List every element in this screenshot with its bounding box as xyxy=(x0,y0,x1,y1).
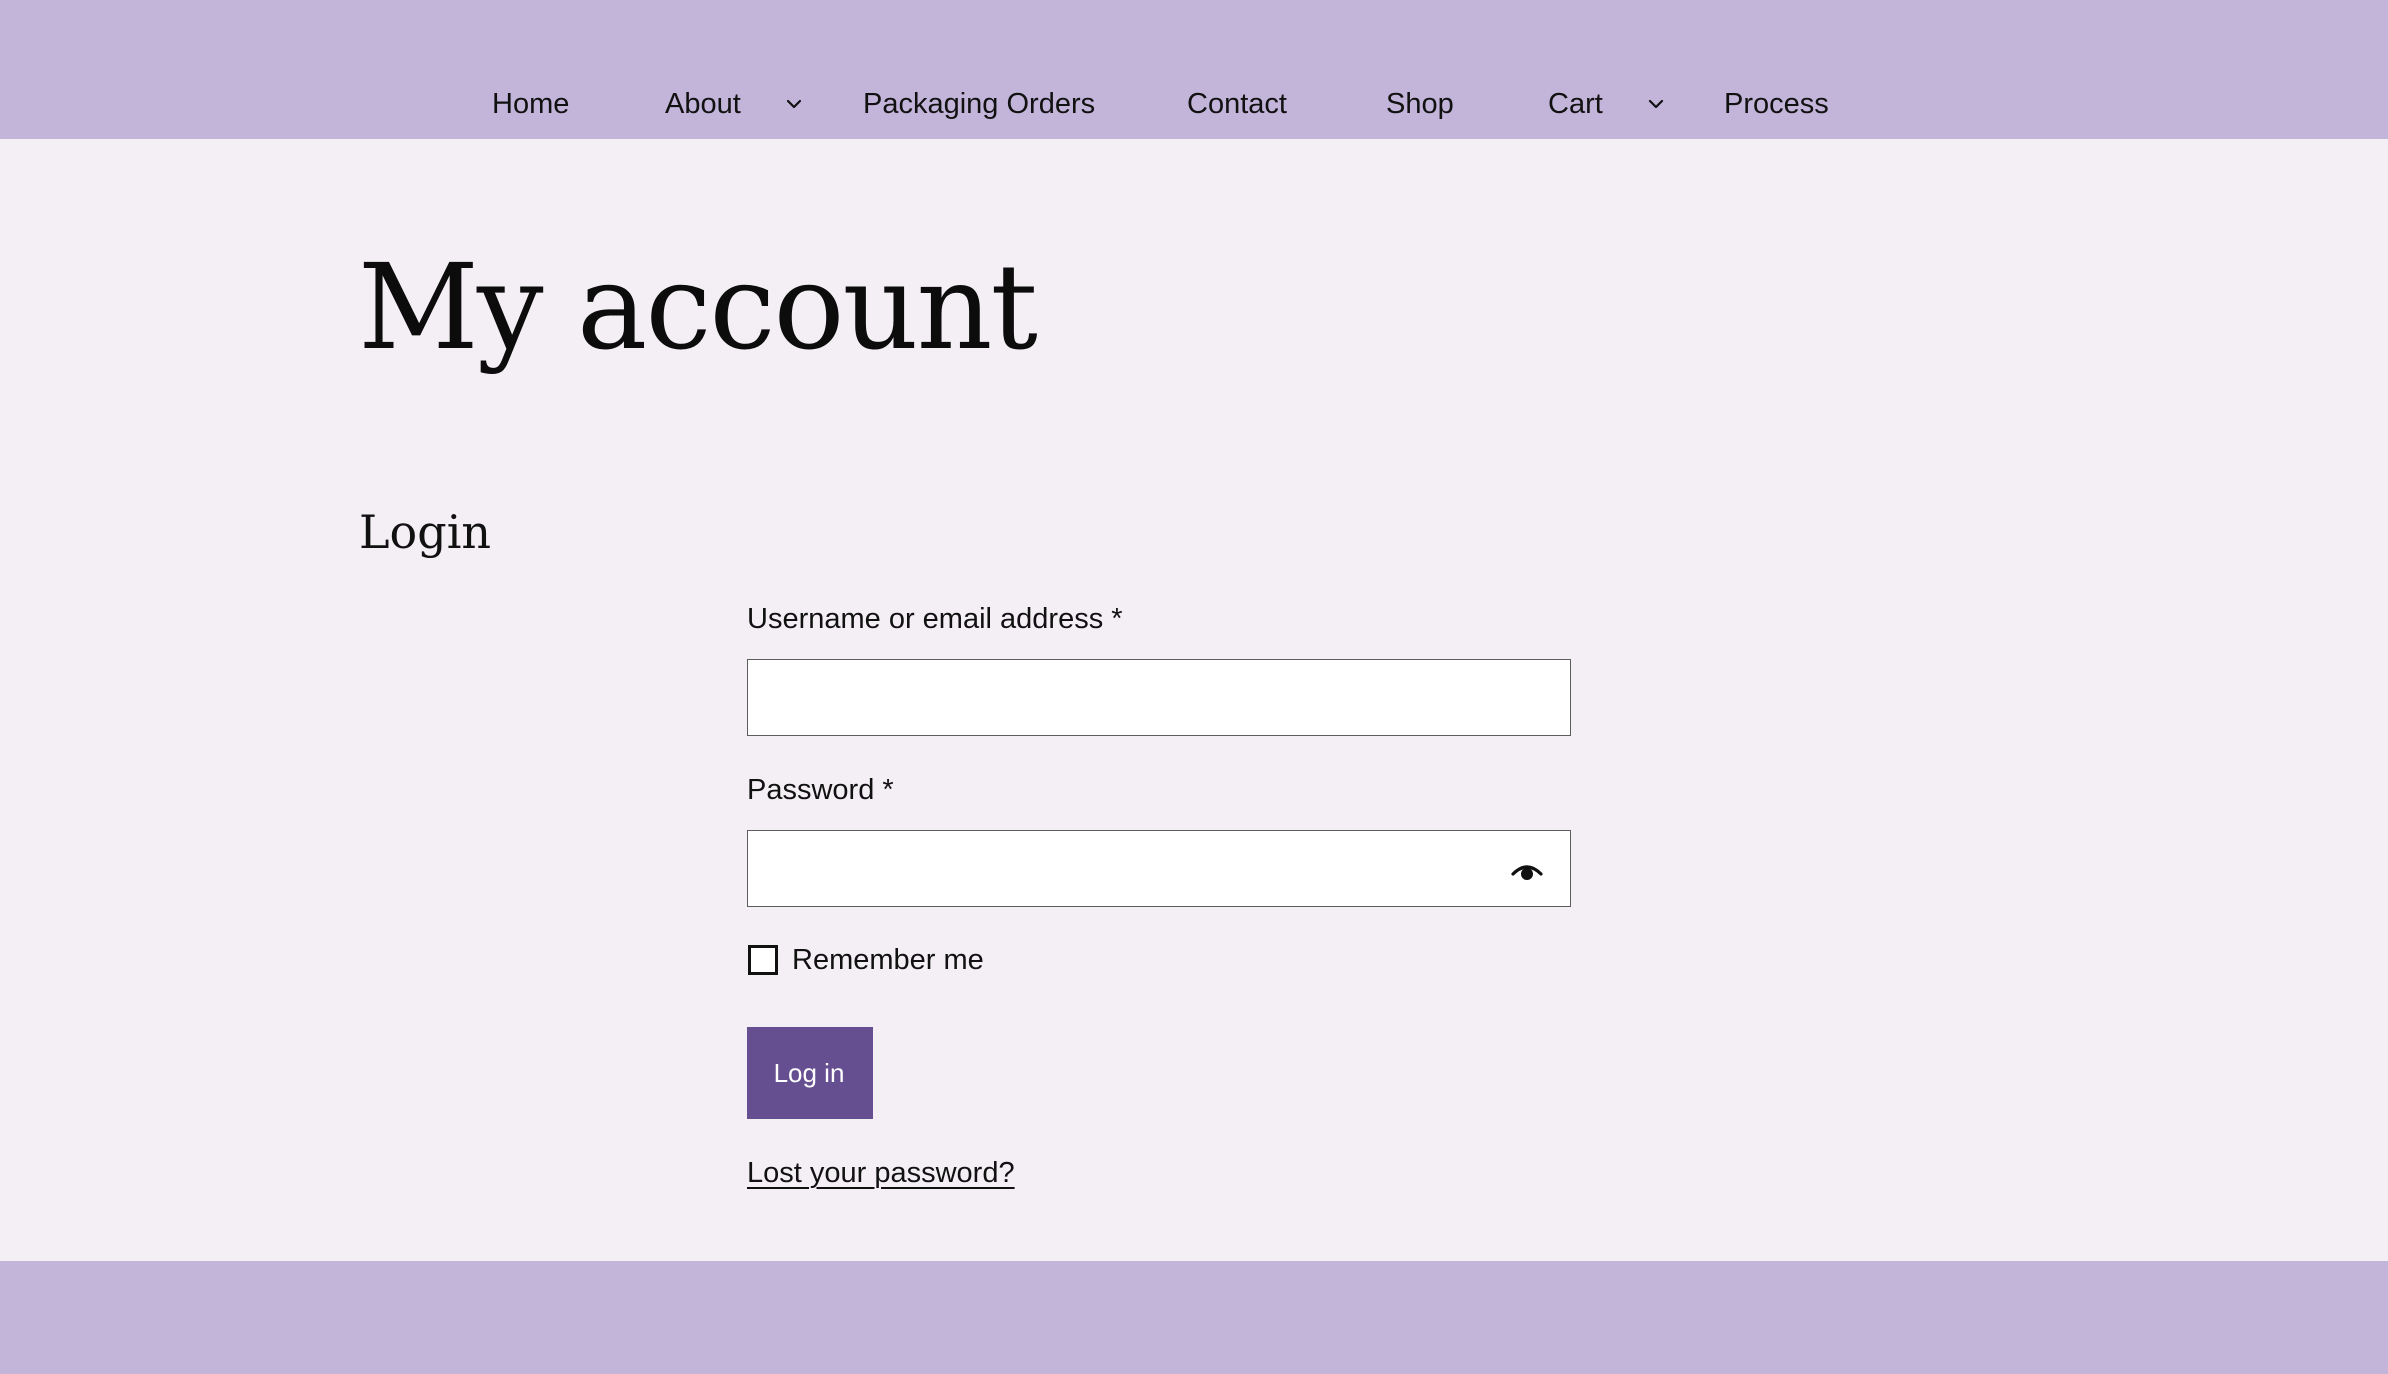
nav-item-packaging-orders[interactable]: Packaging Orders xyxy=(863,84,1095,124)
page-title: My account xyxy=(358,238,1038,376)
site-header: Home About Packaging Orders Contact Shop… xyxy=(0,0,2388,139)
remember-me-checkbox[interactable] xyxy=(748,945,778,975)
password-label: Password * xyxy=(747,774,894,806)
password-input[interactable] xyxy=(747,830,1571,907)
login-button[interactable]: Log in xyxy=(747,1027,873,1119)
login-heading: Login xyxy=(359,505,492,559)
username-input[interactable] xyxy=(747,659,1571,736)
nav-item-about[interactable]: About xyxy=(665,84,741,124)
nav-item-process[interactable]: Process xyxy=(1724,84,1829,124)
nav-item-shop[interactable]: Shop xyxy=(1386,84,1454,124)
nav-item-contact[interactable]: Contact xyxy=(1187,84,1287,124)
main-navigation: Home About Packaging Orders Contact Shop… xyxy=(0,84,2388,124)
remember-me-label[interactable]: Remember me xyxy=(792,940,984,980)
eye-icon[interactable] xyxy=(1505,855,1549,889)
nav-item-cart[interactable]: Cart xyxy=(1548,84,1603,124)
username-label: Username or email address * xyxy=(747,603,1123,635)
chevron-down-icon[interactable] xyxy=(1644,92,1668,116)
lost-password-link[interactable]: Lost your password? xyxy=(747,1153,1015,1193)
nav-item-home[interactable]: Home xyxy=(492,84,569,124)
chevron-down-icon[interactable] xyxy=(782,92,806,116)
site-footer xyxy=(0,1261,2388,1374)
